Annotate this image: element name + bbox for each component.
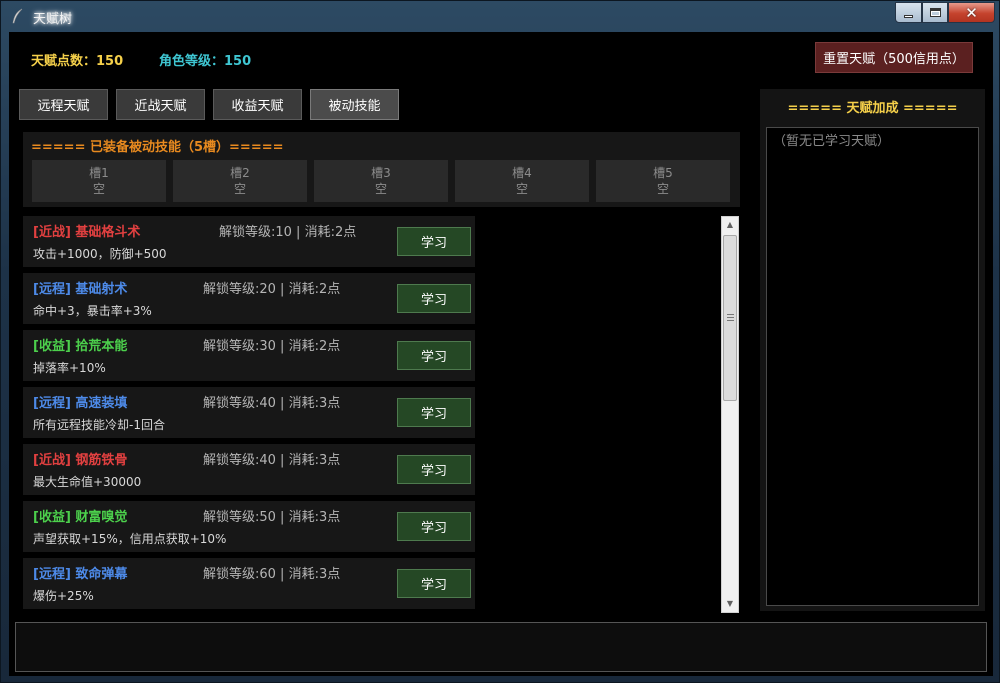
talent-list-scrollbar[interactable]: ▲ ▼ bbox=[721, 216, 739, 613]
talent-card: [远程] 基础射术 解锁等级:20 | 消耗:2点 命中+3，暴击率+3% 学习 bbox=[23, 273, 475, 324]
client-area: 天赋点数：150 角色等级：150 重置天赋（500信用点） 远程天赋 近战天赋… bbox=[9, 32, 993, 676]
slot-value: 空 bbox=[656, 182, 669, 196]
talent-effect: 声望获取+15%，信用点获取+10% bbox=[33, 532, 227, 546]
close-button[interactable]: ✕ bbox=[948, 2, 995, 23]
talent-bonus-panel: ===== 天赋加成 ===== （暂无已学习天赋） bbox=[760, 89, 985, 611]
slot-value: 空 bbox=[374, 182, 387, 196]
talent-name: [远程] 基础射术 bbox=[33, 282, 128, 297]
talent-requirement: 解锁等级:40 | 消耗:3点 bbox=[203, 396, 341, 411]
slot-row: 槽1 空 槽2 空 槽3 空 槽4 空 槽5 空 bbox=[32, 160, 737, 202]
passive-slot-4[interactable]: 槽4 空 bbox=[455, 160, 589, 202]
talent-card: [收益] 拾荒本能 解锁等级:30 | 消耗:2点 掉落率+10% 学习 bbox=[23, 330, 475, 381]
app-window: 天赋树 ✕ 天赋点数：150 角色等级：150 重置天赋（500信用点） 远程天… bbox=[0, 0, 1000, 683]
tab-melee[interactable]: 近战天赋 bbox=[116, 89, 205, 120]
slot-name: 槽5 bbox=[653, 166, 673, 180]
talent-effect: 掉落率+10% bbox=[33, 361, 106, 375]
tab-passive[interactable]: 被动技能 bbox=[310, 89, 399, 120]
equipped-title: ===== 已装备被动技能（5槽）===== bbox=[31, 140, 284, 155]
feather-icon bbox=[11, 8, 25, 24]
reset-talents-button[interactable]: 重置天赋（500信用点） bbox=[815, 42, 973, 73]
talent-card: [近战] 钢筋铁骨 解锁等级:40 | 消耗:3点 最大生命值+30000 学习 bbox=[23, 444, 475, 495]
talent-effect: 命中+3，暴击率+3% bbox=[33, 304, 152, 318]
learn-button[interactable]: 学习 bbox=[397, 512, 471, 541]
talent-name: [近战] 钢筋铁骨 bbox=[33, 453, 128, 468]
talent-effect: 攻击+1000，防御+500 bbox=[33, 247, 167, 261]
slot-name: 槽4 bbox=[512, 166, 532, 180]
talent-requirement: 解锁等级:10 | 消耗:2点 bbox=[219, 225, 357, 240]
slot-name: 槽1 bbox=[89, 166, 109, 180]
title-bar[interactable]: 天赋树 ✕ bbox=[1, 1, 1000, 32]
talent-requirement: 解锁等级:30 | 消耗:2点 bbox=[203, 339, 341, 354]
talent-points: 天赋点数：150 bbox=[31, 54, 124, 69]
slot-value: 空 bbox=[92, 182, 105, 196]
maximize-icon bbox=[929, 8, 941, 17]
slot-name: 槽3 bbox=[371, 166, 391, 180]
passive-slot-1[interactable]: 槽1 空 bbox=[32, 160, 166, 202]
slot-name: 槽2 bbox=[230, 166, 250, 180]
talent-name: [收益] 拾荒本能 bbox=[33, 339, 128, 354]
talent-card: [远程] 致命弹幕 解锁等级:60 | 消耗:3点 爆伤+25% 学习 bbox=[23, 558, 475, 609]
slot-value: 空 bbox=[515, 182, 528, 196]
passive-slot-3[interactable]: 槽3 空 bbox=[314, 160, 448, 202]
tab-ranged[interactable]: 远程天赋 bbox=[19, 89, 108, 120]
minimize-icon bbox=[904, 15, 913, 18]
minimize-button[interactable] bbox=[895, 2, 922, 23]
talent-requirement: 解锁等级:40 | 消耗:3点 bbox=[203, 453, 341, 468]
talent-tabs: 远程天赋 近战天赋 收益天赋 被动技能 bbox=[19, 89, 407, 120]
equipped-passives-panel: ===== 已装备被动技能（5槽）===== 槽1 空 槽2 空 槽3 空 槽4 空 槽… bbox=[23, 132, 740, 207]
passive-slot-5[interactable]: 槽5 空 bbox=[596, 160, 730, 202]
talent-requirement: 解锁等级:50 | 消耗:3点 bbox=[203, 510, 341, 525]
window-controls: ✕ bbox=[895, 2, 995, 23]
learn-button[interactable]: 学习 bbox=[397, 455, 471, 484]
tab-income[interactable]: 收益天赋 bbox=[213, 89, 302, 120]
scrollbar-thumb[interactable] bbox=[723, 235, 737, 401]
bonus-empty-text: （暂无已学习天赋） bbox=[773, 134, 891, 149]
talent-effect: 所有远程技能冷却-1回合 bbox=[33, 418, 165, 432]
talent-card: [近战] 基础格斗术 解锁等级:10 | 消耗:2点 攻击+1000，防御+50… bbox=[23, 216, 475, 267]
bonus-textbox[interactable]: （暂无已学习天赋） bbox=[766, 127, 979, 606]
slot-value: 空 bbox=[233, 182, 246, 196]
talent-name: [近战] 基础格斗术 bbox=[33, 225, 141, 240]
talent-requirement: 解锁等级:60 | 消耗:3点 bbox=[203, 567, 341, 582]
character-level: 角色等级：150 bbox=[159, 54, 252, 69]
learn-button[interactable]: 学习 bbox=[397, 569, 471, 598]
talent-name: [收益] 财富嗅觉 bbox=[33, 510, 128, 525]
bonus-title: ===== 天赋加成 ===== bbox=[787, 101, 958, 116]
close-icon: ✕ bbox=[965, 3, 978, 22]
scroll-up-icon[interactable]: ▲ bbox=[722, 217, 738, 233]
talent-card: [远程] 高速装填 解锁等级:40 | 消耗:3点 所有远程技能冷却-1回合 学… bbox=[23, 387, 475, 438]
learn-button[interactable]: 学习 bbox=[397, 227, 471, 256]
learn-button[interactable]: 学习 bbox=[397, 398, 471, 427]
talent-requirement: 解锁等级:20 | 消耗:2点 bbox=[203, 282, 341, 297]
grip-icon bbox=[727, 314, 734, 321]
talent-effect: 最大生命值+30000 bbox=[33, 475, 142, 489]
maximize-button[interactable] bbox=[922, 2, 948, 23]
talent-card: [收益] 财富嗅觉 解锁等级:50 | 消耗:3点 声望获取+15%，信用点获取… bbox=[23, 501, 475, 552]
message-log[interactable] bbox=[15, 622, 987, 672]
talent-name: [远程] 高速装填 bbox=[33, 396, 128, 411]
scroll-down-icon[interactable]: ▼ bbox=[722, 596, 738, 612]
talent-effect: 爆伤+25% bbox=[33, 589, 94, 603]
learn-button[interactable]: 学习 bbox=[397, 341, 471, 370]
talent-name: [远程] 致命弹幕 bbox=[33, 567, 128, 582]
talent-list: [近战] 基础格斗术 解锁等级:10 | 消耗:2点 攻击+1000，防御+50… bbox=[23, 216, 475, 616]
learn-button[interactable]: 学习 bbox=[397, 284, 471, 313]
window-title: 天赋树 bbox=[33, 12, 73, 27]
passive-slot-2[interactable]: 槽2 空 bbox=[173, 160, 307, 202]
